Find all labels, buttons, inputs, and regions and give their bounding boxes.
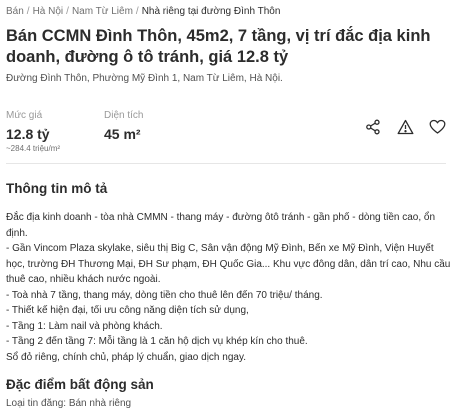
breadcrumb-item-ban[interactable]: Bán	[6, 6, 24, 17]
description-body: Đắc địa kinh doanh - tòa nhà CMMN - than…	[6, 210, 454, 365]
heart-icon[interactable]	[428, 118, 446, 136]
description-line: - Tầng 1: Làm nail và phòng khách.	[6, 320, 163, 332]
breadcrumb-item-current: Nhà riêng tại đường Đình Thôn	[141, 6, 281, 17]
description-line: - Thiết kế hiện đại, tối ưu công năng di…	[6, 305, 249, 316]
breadcrumb-separator: /	[135, 6, 139, 17]
breadcrumb-item-city[interactable]: Hà Nội	[33, 6, 64, 17]
area-value: 45 m²	[104, 126, 141, 142]
breadcrumb: Bán / Hà Nội / Nam Từ Liêm / Nhà riêng tại đườ…	[6, 6, 280, 17]
description-heading: Thông tin mô tả	[6, 181, 108, 196]
listing-actions	[364, 118, 446, 136]
description-line: - Gần Vincom Plaza skylake, siêu thị Big…	[6, 243, 451, 285]
breadcrumb-separator: /	[66, 6, 69, 17]
breadcrumb-item-district[interactable]: Nam Từ Liêm	[72, 6, 133, 17]
share-icon[interactable]	[364, 118, 382, 136]
features-heading: Đặc điểm bất động sản	[6, 377, 154, 392]
listing-page: Bán / Hà Nội / Nam Từ Liêm / Nhà riêng tại đườ…	[0, 0, 462, 420]
page-title: Bán CCMN Đình Thôn, 45m2, 7 tầng, vị trí…	[6, 27, 431, 66]
price-value: 12.8 tỷ	[6, 126, 50, 142]
price-per-m2: ~284.4 triệu/m²	[6, 144, 61, 153]
breadcrumb-separator: /	[26, 6, 30, 17]
description-line: Sổ đỏ riêng, chính chủ, pháp lý chuẩn, g…	[6, 351, 246, 363]
warning-icon[interactable]	[396, 118, 414, 136]
listing-address: Đường Đình Thôn, Phường Mỹ Đình 1, Nam T…	[6, 73, 283, 84]
price-label: Mức giá	[6, 110, 43, 121]
property-type: Loại tin đăng: Bán nhà riêng	[6, 398, 132, 409]
description-line: - Tầng 2 đến tầng 7: Mỗi tầng là 1 căn h…	[6, 336, 308, 347]
area-label: Diện tích	[104, 110, 144, 121]
description-line: Đắc địa kinh doanh - tòa nhà CMMN - than…	[6, 212, 436, 239]
divider	[6, 163, 446, 164]
description-line: - Toà nhà 7 tầng, thang máy, dòng tiền c…	[6, 289, 323, 301]
